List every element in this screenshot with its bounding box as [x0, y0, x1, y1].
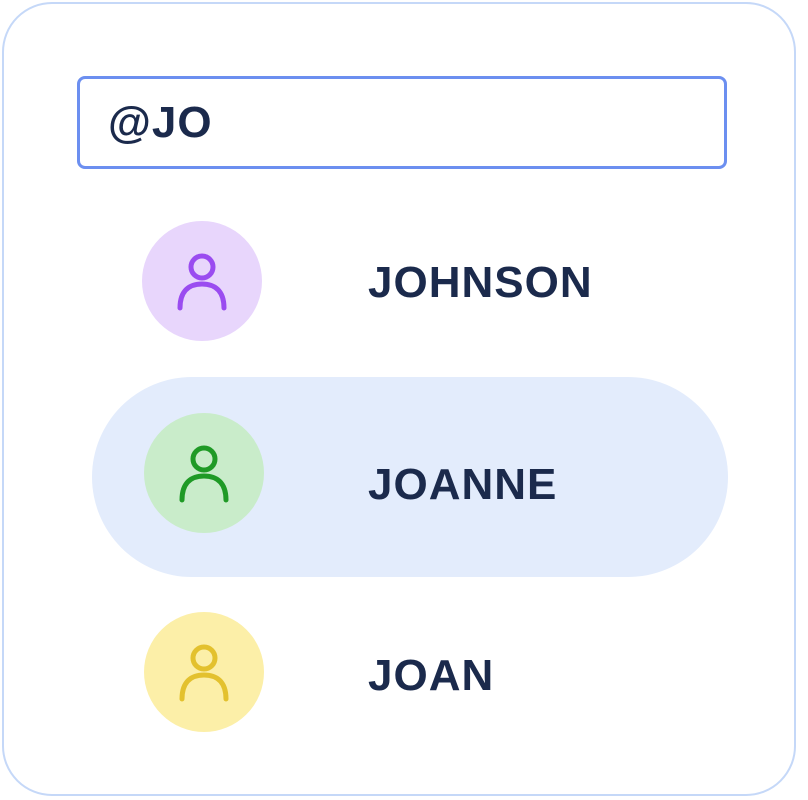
mention-input[interactable]: @JO: [77, 76, 727, 169]
mention-input-text: @JO: [108, 97, 213, 147]
avatar: [142, 221, 262, 341]
suggestion-item-johnson[interactable]: JOHNSON: [92, 181, 728, 381]
person-icon: [179, 644, 229, 702]
suggestion-name: JOAN: [368, 651, 495, 700]
person-icon: [177, 253, 227, 311]
avatar: [144, 612, 264, 732]
suggestion-name: JOANNE: [368, 460, 558, 509]
suggestion-item-joanne[interactable]: JOANNE: [92, 377, 728, 577]
avatar: [144, 413, 264, 533]
suggestion-item-joan[interactable]: JOAN: [92, 572, 728, 772]
person-icon: [179, 445, 229, 503]
suggestion-name: JOHNSON: [368, 258, 593, 307]
